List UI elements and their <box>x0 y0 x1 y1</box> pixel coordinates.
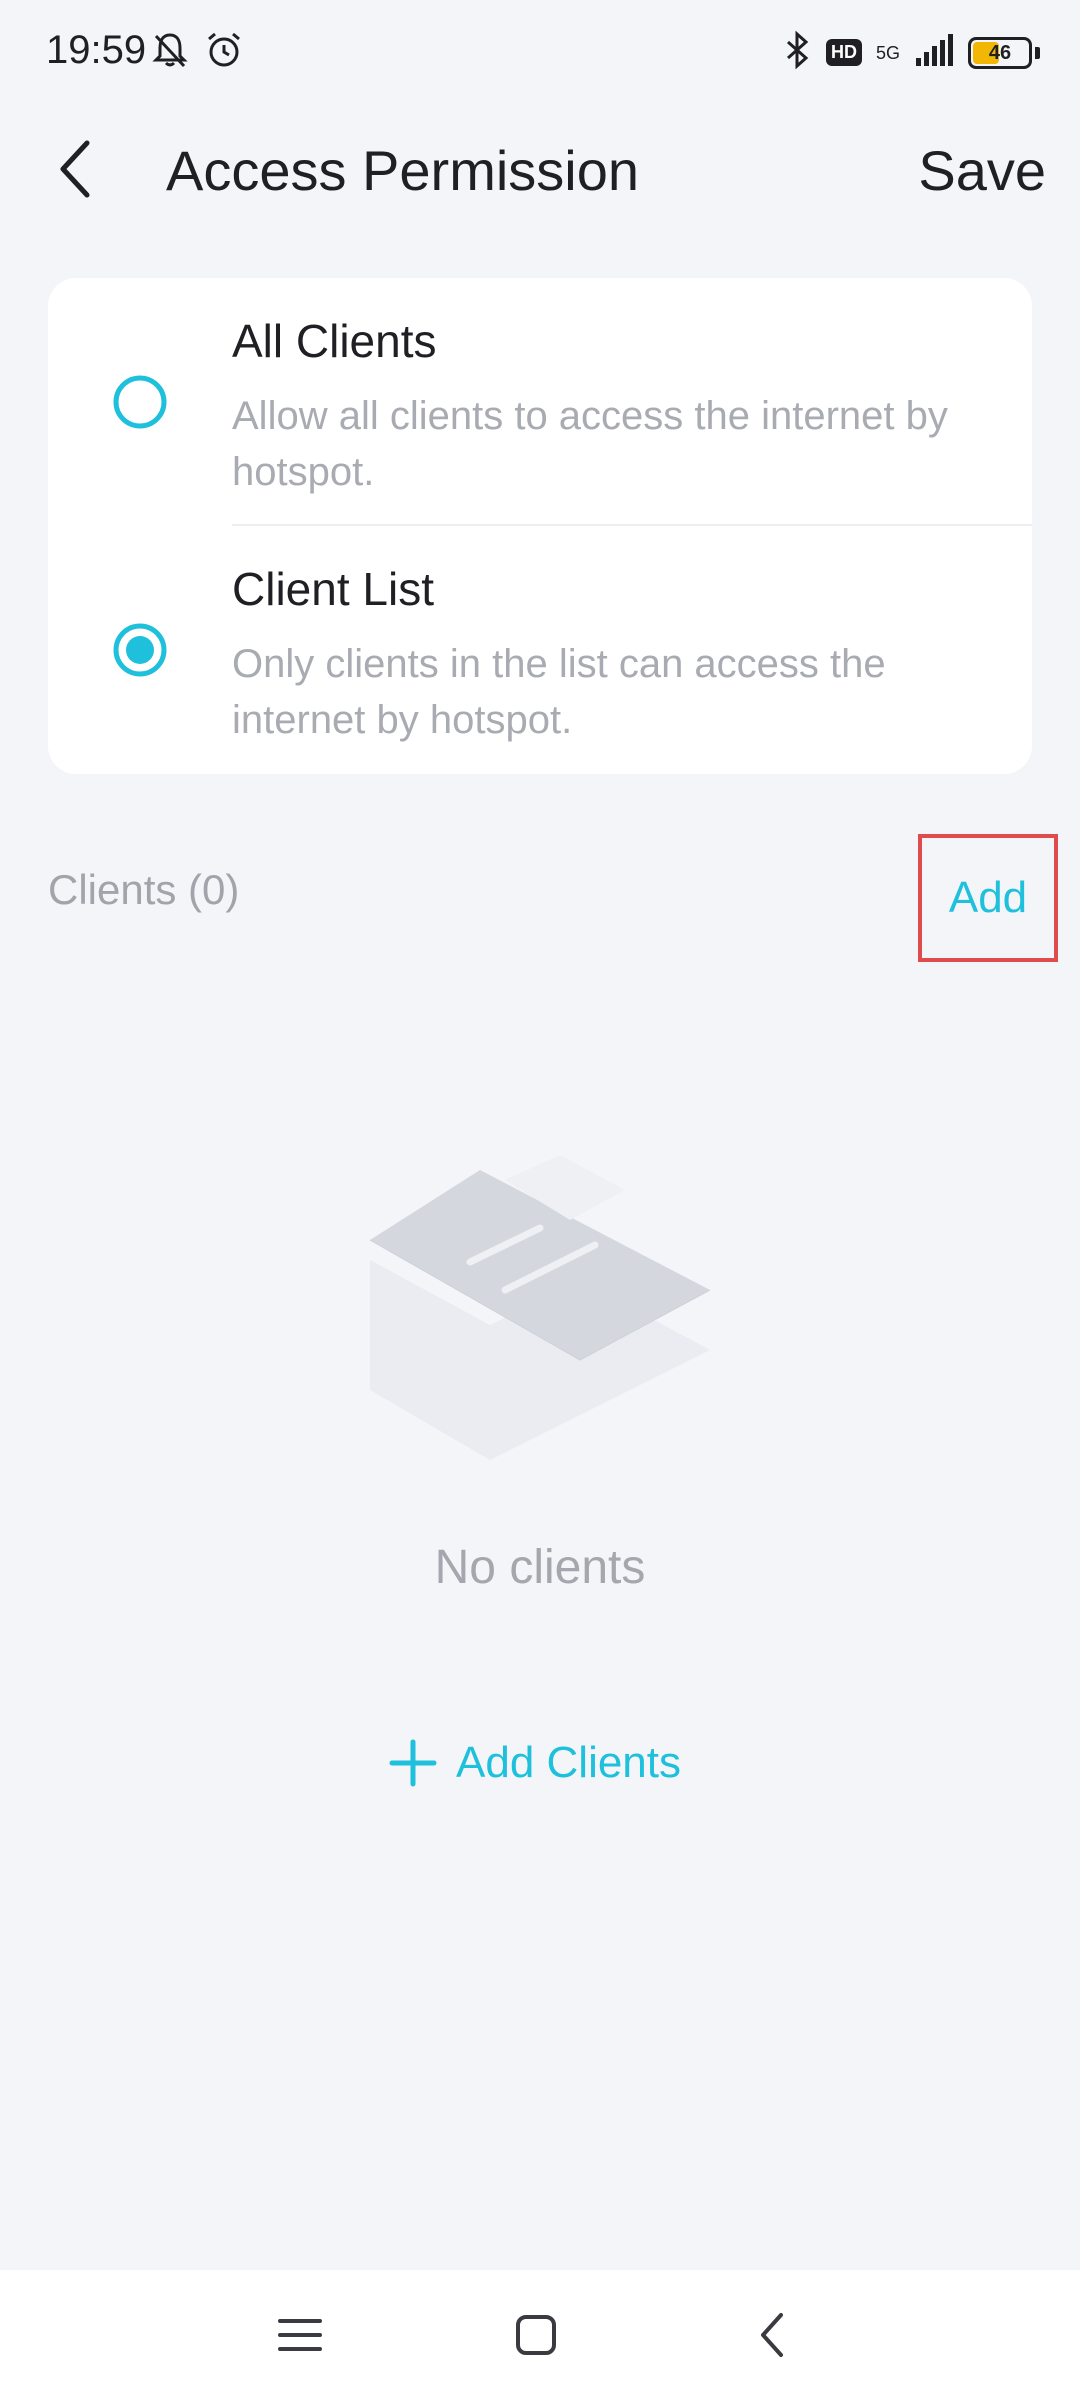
menu-button[interactable] <box>260 2300 340 2370</box>
page-title: Access Permission <box>166 139 640 202</box>
back-arrow-icon <box>60 140 90 198</box>
battery-tip <box>1035 46 1040 59</box>
menu-icon <box>278 2319 322 2351</box>
option-all-clients[interactable]: All Clients Allow all clients to access … <box>48 278 1032 526</box>
save-button[interactable]: Save <box>918 138 1046 203</box>
add-clients-button[interactable]: Add Clients <box>388 1728 681 1798</box>
alarm-icon <box>204 30 244 75</box>
bluetooth-icon <box>782 30 812 75</box>
empty-state-text: No clients <box>434 1541 646 1594</box>
plus-icon <box>389 1739 437 1787</box>
back-button[interactable] <box>40 134 110 204</box>
radio-selected-icon[interactable] <box>112 622 168 678</box>
option-title: All Clients <box>232 315 437 367</box>
nav-back-button[interactable] <box>732 2300 812 2370</box>
access-options-card: All Clients Allow all clients to access … <box>48 278 1032 774</box>
app-header: Access Permission Save <box>0 110 1080 230</box>
radio-unselected-icon[interactable] <box>112 374 168 430</box>
option-title: Client List <box>232 563 434 615</box>
add-button[interactable]: Add <box>916 834 1060 962</box>
system-nav-bar <box>0 2270 1080 2400</box>
back-chevron-icon <box>761 2313 783 2357</box>
clients-count-label: Clients (0) <box>48 866 240 913</box>
status-bar: 19:59 HD 5G 46 <box>0 0 1080 110</box>
status-time: 19:59 <box>46 28 147 72</box>
option-description: Allow all clients to access the internet… <box>232 394 948 494</box>
signal-icon <box>914 32 954 73</box>
option-description: Only clients in the list can access the … <box>232 642 886 742</box>
home-button[interactable] <box>496 2300 576 2370</box>
empty-list-illustration <box>370 1155 710 1460</box>
network-type: 5G <box>875 42 900 63</box>
hd-badge: HD <box>825 39 862 66</box>
battery-icon: 46 <box>968 36 1032 69</box>
home-square-icon <box>516 2315 556 2355</box>
bell-off-icon <box>150 30 190 75</box>
option-client-list[interactable]: Client List Only clients in the list can… <box>48 526 1032 774</box>
add-clients-label: Add Clients <box>456 1738 682 1787</box>
